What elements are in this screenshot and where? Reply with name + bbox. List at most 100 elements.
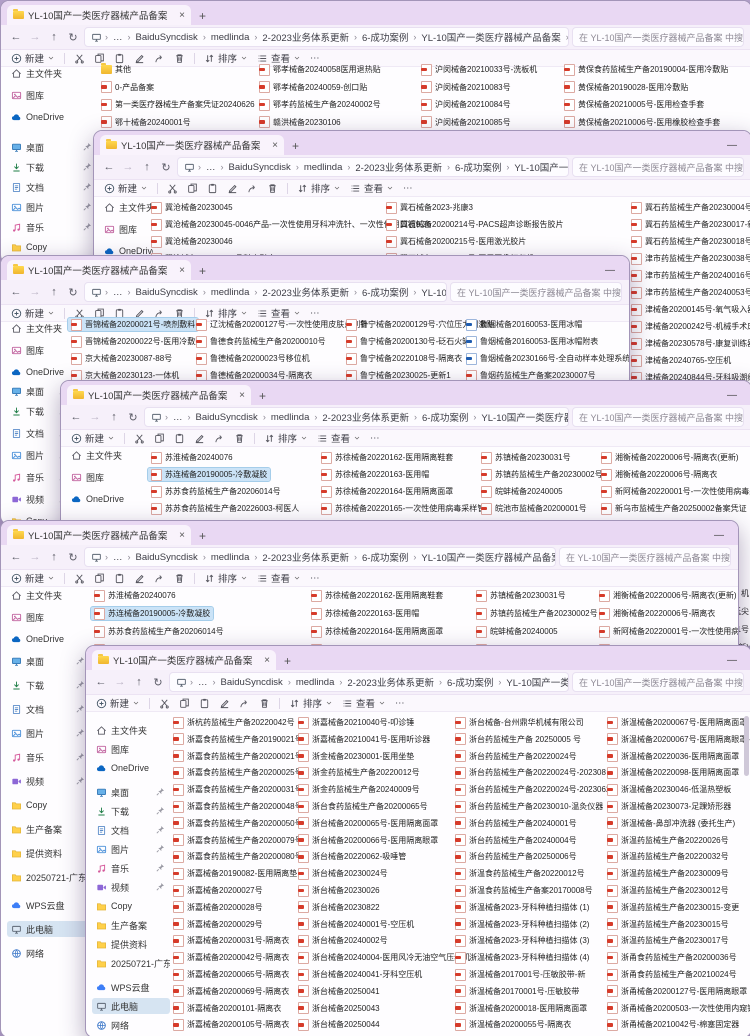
file-item[interactable]: 浙台药监械生产备20250006号	[455, 850, 577, 863]
file-item[interactable]: 苏徐械备20220165-一次性使用病毒采样管	[321, 502, 485, 515]
file-item[interactable]: 浙温药监械生产备20220032号	[607, 850, 729, 863]
file-item[interactable]: 鄂孝械备20240059-创口贴	[259, 81, 367, 94]
sidebar-item-提供资料[interactable]: 提供资料	[7, 845, 90, 861]
share-button[interactable]	[239, 698, 250, 709]
file-item[interactable]: 冀石械备20200214号-PACS超声诊断报告胶片	[386, 218, 563, 231]
file-item[interactable]: 苏连械备20190005-冷敷凝胶	[91, 607, 213, 620]
forward-button[interactable]: →	[120, 161, 136, 173]
file-item[interactable]: 浙温食药监械生产备案20170008号	[455, 884, 593, 897]
sidebar-item-主文件夹[interactable]: 主文件夹	[7, 587, 90, 603]
file-item[interactable]: 京大械备20230087-88号	[71, 352, 172, 365]
share-button[interactable]	[154, 308, 165, 319]
sidebar-item-网络[interactable]: 网络	[92, 1017, 170, 1033]
file-item[interactable]: 沪闵械备20210033号-洗板机	[421, 63, 537, 76]
file-item[interactable]: 皖池市监械备20200001号	[481, 502, 587, 515]
view-button[interactable]: 查看	[257, 571, 301, 585]
file-item[interactable]: 晋锦械备20200021号-喷剂敷料	[68, 318, 198, 331]
file-item[interactable]: 浙台械备20200066号-医用隔离眼罩	[298, 834, 438, 847]
file-item[interactable]: 浙嘉食药监械生产备20200021号	[173, 750, 303, 763]
file-item[interactable]: 浙金药监械生产备20240009号	[298, 783, 420, 796]
back-button[interactable]: ←	[101, 161, 117, 173]
breadcrumb-item[interactable]: YL-10国产一类医疗器械产品备案	[504, 675, 569, 689]
file-item[interactable]: 津械备20240765-空压机	[631, 354, 731, 367]
file-item[interactable]: 浙台械备20240002号	[298, 934, 388, 947]
file-item[interactable]: 浙温药监械生产备20230015-变更	[607, 901, 739, 914]
file-item[interactable]: 浙温药监械生产备20230017号	[607, 934, 729, 947]
sidebar-item-Copy[interactable]: Copy	[92, 898, 170, 914]
breadcrumb-item[interactable]: medlinda	[209, 32, 252, 43]
sidebar-item-桌面[interactable]: 桌面	[92, 784, 170, 800]
copy-button[interactable]	[94, 308, 105, 319]
file-item[interactable]: 浙温械备20200055号-隔离衣	[455, 1018, 571, 1031]
file-item[interactable]: 浙温药监械生产备20230012号	[607, 884, 729, 897]
refresh-button[interactable]: ↻	[65, 551, 81, 564]
breadcrumb-item[interactable]: 6-成功案例	[445, 675, 495, 689]
delete-button[interactable]	[267, 183, 278, 194]
paste-button[interactable]	[114, 308, 125, 319]
file-item[interactable]: 浙杭药监械生产备20220042号	[173, 716, 295, 729]
sidebar-item-20250721-广东先[interactable]: 20250721-广东先	[7, 869, 90, 885]
file-item[interactable]: 浙台械备-台州鼎华机械有限公司	[455, 716, 584, 729]
file-item[interactable]: 浙温械备2017001号-压敏胶带-新	[455, 968, 585, 981]
minimize-button[interactable]: —	[597, 262, 623, 280]
sidebar-item-文档[interactable]: 文档	[92, 822, 170, 838]
file-item[interactable]: 浙台药监械生产备20240001号	[455, 817, 577, 830]
file-item[interactable]: 苏连械备20190005-冷敷凝胶	[148, 468, 270, 481]
file-item[interactable]: 浙温械备20170001号-压敏胶带	[455, 985, 579, 998]
sidebar-item-主文件夹[interactable]: 主文件夹	[67, 447, 135, 463]
file-item[interactable]: 苏镇药监械生产备20230002号	[481, 468, 603, 481]
cut-button[interactable]	[74, 573, 85, 584]
new-button[interactable]: 新建	[11, 306, 55, 320]
file-item[interactable]: 冀石药监械生产备20230004号	[631, 201, 750, 214]
breadcrumb-item[interactable]: BaiduSyncdisk	[227, 162, 293, 173]
up-button[interactable]: ↑	[46, 286, 62, 298]
file-item[interactable]: 鲁德械备20200023号移位机	[196, 352, 310, 365]
file-item[interactable]: 苏苏食药监械生产备20206014号	[94, 625, 224, 638]
file-item[interactable]: 浙甬械备20200503-一次性使用内窥镜护理垫	[607, 1002, 750, 1015]
file-item[interactable]: 浙嘉械备20200101-隔离衣	[173, 1002, 281, 1015]
sidebar-item-生产备案[interactable]: 生产备案	[7, 821, 90, 837]
delete-button[interactable]	[234, 433, 245, 444]
breadcrumb[interactable]: ›…›BaiduSyncdisk›medlinda›2-2023业务体系更新›6…	[84, 547, 556, 567]
sort-button[interactable]: 排序	[289, 696, 333, 710]
minimize-button[interactable]: —	[706, 527, 732, 545]
file-item[interactable]: 浙嘉械备20200105号-隔离衣	[173, 1018, 289, 1031]
file-item[interactable]: 鄂孝药监械生产备20240002号	[259, 98, 381, 111]
tab-close-icon[interactable]: ×	[179, 10, 185, 21]
file-item[interactable]: 苏徐械备20220164-医用隔离面罩	[321, 485, 453, 498]
file-item[interactable]: 鄂十械备20240001号	[101, 116, 191, 129]
sort-button[interactable]: 排序	[204, 51, 248, 65]
explorer-tab[interactable]: YL-10国产一类医疗器械产品备案×	[7, 525, 191, 545]
file-item[interactable]: 鲁烟械备20160053-医用冰帽	[466, 318, 582, 331]
file-item[interactable]: 浙温械备2023-牙科种植扫描体 (4)	[455, 951, 589, 964]
search-input[interactable]: 在 YL-10国产一类医疗器械产品备案 中搜索	[450, 282, 622, 302]
file-item[interactable]: 浙温械备2023-牙科种植扫描体 (1)	[455, 901, 589, 914]
file-item[interactable]: 浙嘉食药监械生产备20200048号	[173, 800, 303, 813]
file-item[interactable]: 浙台械备20220062-吸唾管	[298, 850, 406, 863]
up-button[interactable]: ↑	[106, 411, 122, 423]
file-item[interactable]: 浙温械备20200067号-医用隔离面罩	[607, 716, 747, 729]
minimize-button[interactable]: —	[719, 387, 745, 405]
breadcrumb-item[interactable]: medlinda	[302, 162, 345, 173]
tab-close-icon[interactable]: ×	[239, 390, 245, 401]
sort-button[interactable]: 排序	[204, 571, 248, 585]
search-input[interactable]: 在 YL-10国产一类医疗器械产品备案 中搜索	[559, 547, 731, 567]
refresh-button[interactable]: ↻	[158, 161, 174, 174]
copy-button[interactable]	[187, 183, 198, 194]
file-item[interactable]: 浙嘉食药监械生产备20190021号	[173, 733, 303, 746]
refresh-button[interactable]: ↻	[65, 286, 81, 299]
file-item[interactable]: 浙温械备20220036-医用隔离面罩	[607, 750, 739, 763]
delete-button[interactable]	[259, 698, 270, 709]
breadcrumb-item[interactable]: BaiduSyncdisk	[219, 677, 285, 688]
file-item[interactable]: 浙甬械备20200127号-医用隔离眼罩	[607, 985, 747, 998]
file-item[interactable]: 皖蚌械备20240005	[476, 625, 558, 638]
sort-button[interactable]: 排序	[264, 431, 308, 445]
sidebar-item-图库[interactable]: 图库	[67, 469, 135, 485]
file-item[interactable]: 浙温药监械生产备20230009号	[607, 867, 729, 880]
more-button[interactable]: ⋯	[403, 183, 413, 194]
delete-button[interactable]	[174, 308, 185, 319]
sidebar-item-网络[interactable]: 网络	[7, 945, 90, 961]
sidebar-item-OneDrive[interactable]: OneDrive	[7, 631, 90, 647]
new-button[interactable]: 新建	[104, 181, 148, 195]
file-item[interactable]: 浙甬食药监械生产备20210024号	[607, 968, 737, 981]
